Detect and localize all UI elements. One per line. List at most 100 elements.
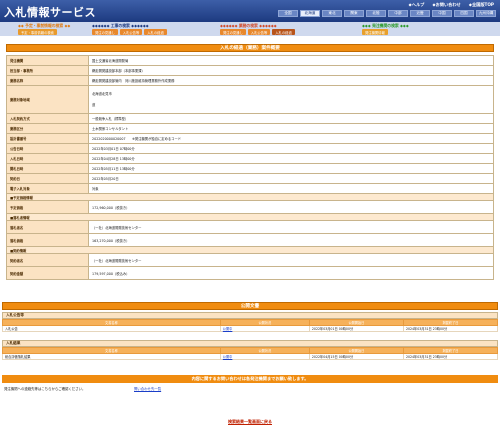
detail-label: 入札日時 <box>6 153 89 164</box>
contractor-value: （一社）北海道開発技術センター <box>88 253 494 267</box>
region-tab-hokuriku[interactable]: 北陸 <box>366 10 386 17</box>
published-group-title: 入札結果 <box>2 340 498 347</box>
contract-amount-value: 179,597,000（税込み） <box>88 266 494 280</box>
back-link-wrap: 検索結果一覧画面に戻る <box>0 419 500 425</box>
detail-value: 土木関係コンサルタント <box>88 123 494 134</box>
detail-value: 2022020000020007 ※発注機関が独自に定めるコード <box>88 133 494 144</box>
region-tab-kanto[interactable]: 関東 <box>344 10 364 17</box>
published-group-notices: 入札公告等 文書名称 公開状況 公開開始日 掲載終了日 入札公告 公開中 202… <box>2 312 499 332</box>
detail-row: 業務対象地域 北海道北見市 道 <box>6 85 494 114</box>
table-row: 入札公告 公開中 2022年03月01日 00時00分 2024年03月31日 … <box>2 325 499 332</box>
detail-label: 落札者名 <box>6 220 89 234</box>
detail-row: 開札日時 2022年05月11日 13時00分 <box>6 163 494 174</box>
doc-start: 2022年04月15日 00時00分 <box>308 353 404 360</box>
detail-row: 設計書番号 2022020000020007 ※発注機関が独自に定めるコード <box>6 133 494 144</box>
detail-row: 公告日時 2022年03月01日 07時00分 <box>6 143 494 154</box>
region-tab-national[interactable]: 全国 <box>278 10 298 17</box>
detail-value: 網走開発建設部本部（本部事業課） <box>88 65 494 76</box>
region-tab-hokkaido[interactable]: 北海道 <box>300 10 320 17</box>
nav-btn-agency-info[interactable]: 発注機関情報 <box>362 29 388 35</box>
region-tab-chugoku[interactable]: 中国 <box>432 10 452 17</box>
nav-group-title: ◆◆◆ 発注機関の検索 ◆◆◆ <box>362 23 409 28</box>
doc-status-link[interactable]: 公開中 <box>219 353 310 360</box>
published-docs-title: 公開文書 <box>2 302 498 310</box>
detail-value: 対象 <box>88 183 494 194</box>
detail-label: 電子入札対象 <box>6 183 89 194</box>
detail-label: 発注機関 <box>6 55 89 66</box>
detail-row: 業務名称 網走開発建設部管内 河川施設維持管理業務外作成業務 <box>6 75 494 86</box>
detail-row: 入札日時 2022年04月28日 13時00分 <box>6 153 494 164</box>
detail-label: 業務名称 <box>6 75 89 86</box>
inquiry-banner: 内容に関するお問い合わせは各発注機関までお願い致します。 <box>2 375 498 383</box>
detail-row: 担当部・事務所 網走開発建設部本部（本部事業課） <box>6 65 494 76</box>
section-winner: ■落札者情報 <box>6 213 494 221</box>
doc-name: 入札公告 <box>2 325 221 332</box>
detail-label: 担当部・事務所 <box>6 65 89 76</box>
detail-label: 契約金額 <box>6 266 89 280</box>
nav-btn-construction-progress[interactable]: 入札の経過 <box>144 29 167 35</box>
detail-value: 2022年05月20日 <box>88 173 494 184</box>
inquiry-row: 発注機関への連絡先等はこちらからご確認ください。 問い合わせ先一覧 <box>2 385 498 392</box>
nav-btn-construction-outlook[interactable]: 発注の見通し <box>92 29 118 35</box>
region-tab-kinki[interactable]: 近畿 <box>410 10 430 17</box>
nav-group-title: ◆◆◆◆◆◆ 工事の検索 ◆◆◆◆◆◆ <box>92 23 149 28</box>
winner-name-value: （一社）北海道開発技術センター <box>88 220 494 234</box>
published-group-results: 入札結果 文書名称 公開状況 公開開始日 掲載終了日 総合評価落札結果 公開中 … <box>2 340 499 360</box>
detail-value: 一般競争入札（標準型） <box>88 113 494 124</box>
site-logo[interactable]: 入札情報サービス <box>4 4 96 20</box>
published-table: 文書名称 公開状況 公開開始日 掲載終了日 入札公告 公開中 2022年03月0… <box>2 319 499 332</box>
detail-value: 国土交通省北海道開発局 <box>88 55 494 66</box>
top-links: ◆ヘルプ ◆お問い合わせ ◆全国版TOP <box>409 2 494 8</box>
detail-label: 業務区分 <box>6 123 89 134</box>
section-header-row: ■落札者情報 <box>6 213 494 221</box>
detail-row: 業務区分 土木関係コンサルタント <box>6 123 494 134</box>
nav-btn-preliminary-search[interactable]: 予定・事前情報の検索 <box>18 29 57 35</box>
section-contract: ■契約情報 <box>6 246 494 254</box>
detail-row: 落札価格 163,270,000（税抜き） <box>6 233 494 247</box>
region-prefecture: 道 <box>92 102 96 107</box>
region-tabs: 全国 北海道 東北 関東 北陸 中部 近畿 中国 四国 九州沖縄 <box>278 10 496 17</box>
nav-btn-services-progress[interactable]: 入札の経過 <box>272 29 295 35</box>
help-link[interactable]: ◆ヘルプ <box>409 2 425 8</box>
detail-value: 2022年05月11日 13時00分 <box>88 163 494 174</box>
page-title: 入札の経過（業務）案件概要 <box>6 44 494 52</box>
nav-group-preliminary: ◆◆ 予定・事前情報の検索 ◆◆ 予定・事前情報の検索 <box>18 23 70 35</box>
published-group-title: 入札公告等 <box>2 312 498 319</box>
detail-value: 網走開発建設部管内 河川施設維持管理業務外作成業務 <box>88 75 494 86</box>
national-top-link[interactable]: ◆全国版TOP <box>469 2 494 8</box>
region-tab-kyushu[interactable]: 九州沖縄 <box>476 10 496 17</box>
nav-btn-services-outlook[interactable]: 発注の見通し <box>220 29 246 35</box>
detail-row: 契約者名 （一社）北海道開発技術センター <box>6 253 494 267</box>
detail-row: 入札契約方式 一般競争入札（標準型） <box>6 113 494 124</box>
detail-label: 設計書番号 <box>6 133 89 144</box>
case-detail-table: 発注機関 国土交通省北海道開発局 担当部・事務所 網走開発建設部本部（本部事業課… <box>6 55 494 280</box>
doc-name: 総合評価落札結果 <box>2 353 221 360</box>
contact-link[interactable]: ◆お問い合わせ <box>432 2 460 8</box>
nav-btn-construction-notices[interactable]: 入札公告等 <box>119 29 143 35</box>
contact-list-link[interactable]: 問い合わせ先一覧 <box>134 386 161 391</box>
published-table: 文書名称 公開状況 公開開始日 掲載終了日 総合評価落札結果 公開中 2022年… <box>2 347 499 360</box>
detail-row: 発注機関 国土交通省北海道開発局 <box>6 55 494 66</box>
nav-group-agencies: ◆◆◆ 発注機関の検索 ◆◆◆ 発注機関情報 <box>362 23 409 35</box>
header: 入札情報サービス ◆ヘルプ ◆お問い合わせ ◆全国版TOP 全国 北海道 東北 … <box>0 0 500 22</box>
back-to-results-link[interactable]: 検索結果一覧画面に戻る <box>228 419 272 424</box>
detail-label: 落札価格 <box>6 233 89 247</box>
planned-price-value: 172,960,000（税抜き） <box>88 200 494 214</box>
detail-label: 開札日時 <box>6 163 89 174</box>
region-tab-tohoku[interactable]: 東北 <box>322 10 342 17</box>
table-row: 総合評価落札結果 公開中 2022年04月15日 00時00分 2024年03月… <box>2 353 499 360</box>
winner-price-value: 163,270,000（税抜き） <box>88 233 494 247</box>
nav-btn-services-notices[interactable]: 入札公告等 <box>247 29 271 35</box>
section-header-row: ■契約情報 <box>6 246 494 254</box>
doc-end: 2024年03月31日 23時00分 <box>402 325 499 332</box>
region-city: 北海道北見市 <box>92 91 112 96</box>
region-tab-shikoku[interactable]: 四国 <box>454 10 474 17</box>
doc-start: 2022年03月01日 00時00分 <box>308 325 404 332</box>
detail-label: 契約者名 <box>6 253 89 267</box>
nav-group-title: ◆◆◆◆◆◆ 業務の検索 ◆◆◆◆◆◆ <box>220 23 277 28</box>
section-planned-price: ■予定価格情報 <box>6 193 494 201</box>
detail-value: 2022年03月01日 07時00分 <box>88 143 494 154</box>
region-tab-chubu[interactable]: 中部 <box>388 10 408 17</box>
doc-status-link[interactable]: 公開中 <box>219 325 310 332</box>
detail-row: 契約日 2022年05月20日 <box>6 173 494 184</box>
